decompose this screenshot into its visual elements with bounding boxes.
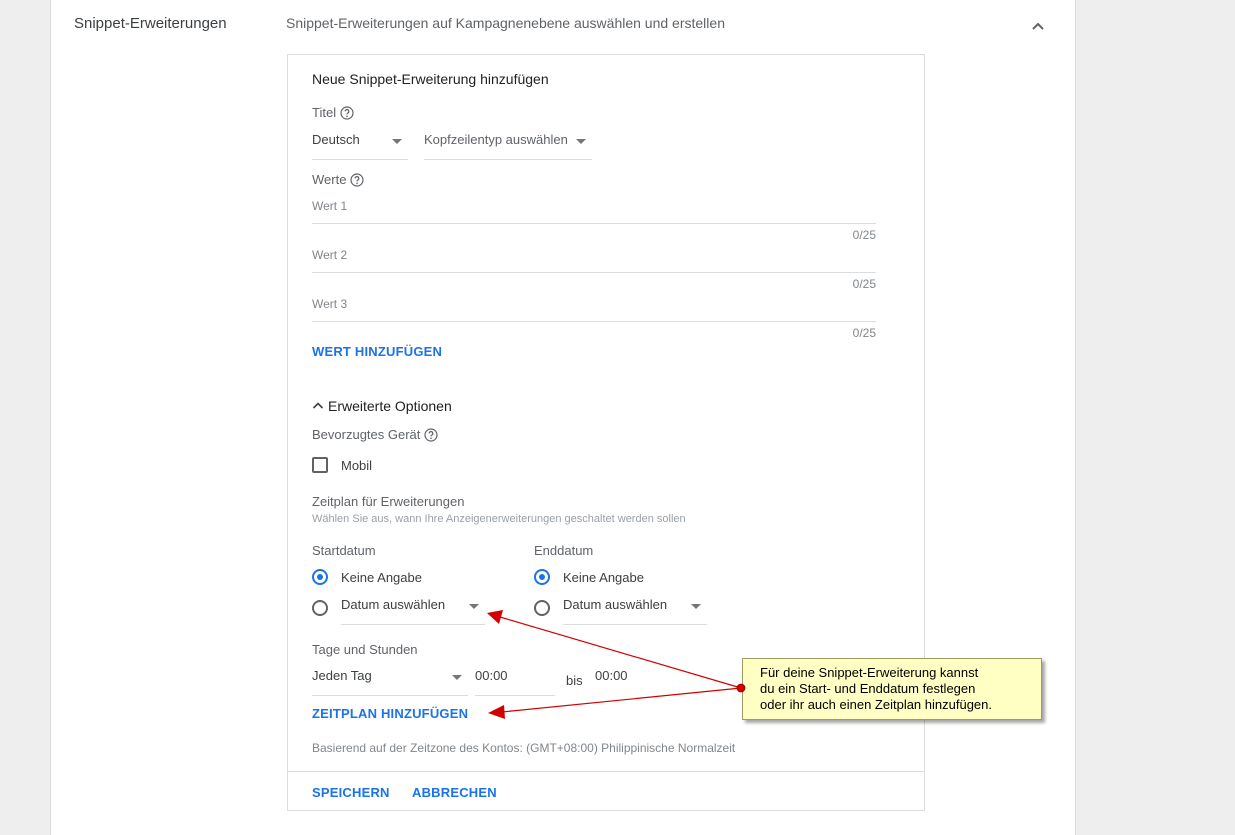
save-button[interactable]: SPEICHERN — [312, 785, 390, 800]
start-none-radio[interactable] — [312, 569, 328, 585]
section-label: Snippet-Erweiterungen — [74, 15, 227, 32]
callout-line: du ein Start- und Enddatum festlegen — [760, 681, 976, 696]
start-pick-radio[interactable] — [312, 600, 328, 616]
value-1-field[interactable] — [312, 194, 876, 224]
language-value: Deutsch — [312, 132, 360, 147]
schedule-hint: Wählen Sie aus, wann Ihre Anzeigenerweit… — [312, 513, 686, 525]
dropdown-arrow-icon — [691, 604, 701, 609]
days-hours-label: Tage und Stunden — [312, 642, 418, 657]
end-pick-radio[interactable] — [534, 600, 550, 616]
add-schedule-button[interactable]: ZEITPLAN HINZUFÜGEN — [312, 706, 468, 721]
dropdown-arrow-icon — [576, 139, 586, 144]
dropdown-arrow-icon — [392, 139, 402, 144]
annotation-callout: Für deine Snippet-Erweiterung kannst du … — [742, 658, 1042, 720]
advanced-options-toggle[interactable]: Erweiterte Optionen — [312, 398, 452, 414]
preferred-device-label: Bevorzugtes Gerät — [312, 427, 438, 442]
time-to-field[interactable]: 00:00 — [595, 666, 675, 696]
end-date-value: Datum auswählen — [563, 597, 668, 612]
panel-title: Neue Snippet-Erweiterung hinzufügen — [312, 71, 549, 87]
add-value-button[interactable]: WERT HINZUFÜGEN — [312, 344, 442, 359]
section-description: Snippet-Erweiterungen auf Kampagnenebene… — [286, 15, 725, 31]
end-none-radio[interactable] — [534, 569, 550, 585]
values-label: Werte — [312, 172, 365, 187]
title-label-text: Titel — [312, 105, 337, 120]
end-date-dropdown[interactable]: Datum auswählen — [563, 595, 707, 625]
chevron-up-icon[interactable] — [1028, 16, 1048, 36]
callout-line: oder ihr auch einen Zeitplan hinzufügen. — [760, 697, 992, 712]
cancel-button[interactable]: ABBRECHEN — [412, 785, 497, 800]
time-from-field[interactable]: 00:00 — [475, 666, 555, 696]
start-date-dropdown[interactable]: Datum auswählen — [341, 595, 485, 625]
help-icon[interactable] — [424, 428, 438, 442]
timezone-note: Basierend auf der Zeitzone des Kontos: (… — [312, 741, 736, 755]
value-3-counter: 0/25 — [852, 326, 876, 340]
day-select-dropdown[interactable]: Jeden Tag — [312, 666, 468, 696]
start-date-label: Startdatum — [312, 543, 376, 558]
value-3-input[interactable] — [312, 292, 876, 316]
footer-divider — [288, 771, 924, 772]
schedule-title: Zeitplan für Erweiterungen — [312, 494, 465, 509]
start-date-value: Datum auswählen — [341, 597, 446, 612]
to-label: bis — [566, 673, 583, 688]
value-3-field[interactable] — [312, 292, 876, 322]
header-type-dropdown[interactable]: Kopfzeilentyp auswählen — [424, 130, 592, 160]
value-1-input[interactable] — [312, 194, 876, 218]
dropdown-arrow-icon — [469, 604, 479, 609]
help-icon[interactable] — [340, 106, 354, 120]
value-2-input[interactable] — [312, 243, 876, 267]
preferred-device-text: Bevorzugtes Gerät — [312, 427, 421, 442]
day-select-value: Jeden Tag — [312, 668, 372, 683]
mobile-checkbox[interactable] — [312, 457, 328, 473]
end-date-label: Enddatum — [534, 543, 594, 558]
advanced-options-label: Erweiterte Optionen — [328, 398, 452, 414]
chevron-up-icon — [312, 402, 324, 409]
values-label-text: Werte — [312, 172, 347, 187]
value-1-counter: 0/25 — [852, 228, 876, 242]
header-type-value: Kopfzeilentyp auswählen — [424, 132, 568, 147]
time-to-value: 00:00 — [595, 668, 628, 683]
dropdown-arrow-icon — [452, 675, 462, 680]
title-label: Titel — [312, 105, 354, 120]
time-from-value: 00:00 — [475, 668, 508, 683]
end-none-label: Keine Angabe — [563, 570, 644, 585]
value-2-counter: 0/25 — [852, 277, 876, 291]
value-2-field[interactable] — [312, 243, 876, 273]
mobile-label: Mobil — [341, 458, 373, 473]
callout-line: Für deine Snippet-Erweiterung kannst — [760, 665, 979, 680]
help-icon[interactable] — [350, 173, 365, 187]
language-dropdown[interactable]: Deutsch — [312, 130, 408, 160]
start-none-label: Keine Angabe — [341, 570, 422, 585]
